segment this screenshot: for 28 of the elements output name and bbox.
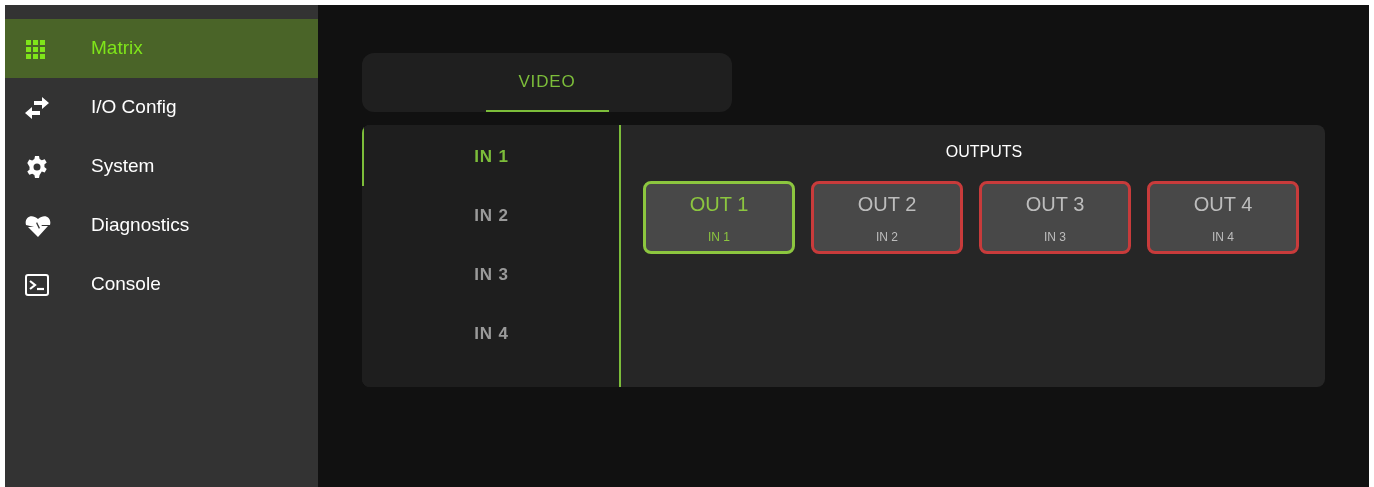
output-label: OUT 3 <box>1025 192 1085 217</box>
output-source: IN 4 <box>1212 229 1234 246</box>
outputs-heading: OUTPUTS <box>945 142 1023 162</box>
sidebar-item[interactable]: System <box>5 137 318 196</box>
settings-icon <box>25 154 49 179</box>
output-label: OUT 1 <box>689 192 749 217</box>
sidebar-item[interactable]: Console <box>5 255 318 314</box>
output-tile[interactable]: OUT 1 IN 1 <box>643 181 795 254</box>
sidebar-item[interactable]: I/O Config <box>5 78 318 137</box>
tab[interactable]: VIDEO <box>485 53 609 112</box>
output-label: OUT 4 <box>1193 192 1253 217</box>
input-item[interactable]: IN 4 <box>362 304 619 363</box>
terminal-icon <box>25 273 49 296</box>
output-tile[interactable]: OUT 4 IN 4 <box>1147 181 1299 254</box>
heart-pulse-icon <box>25 214 51 237</box>
output-label: OUT 2 <box>857 192 917 217</box>
output-source: IN 2 <box>876 229 898 246</box>
input-item[interactable]: IN 3 <box>362 245 619 304</box>
output-source: IN 3 <box>1044 229 1066 246</box>
sidebar-item[interactable]: Matrix <box>5 19 318 78</box>
output-tile[interactable]: OUT 2 IN 2 <box>811 181 963 254</box>
input-item[interactable]: IN 1 <box>362 127 619 186</box>
sidebar-item[interactable]: Diagnostics <box>5 196 318 255</box>
output-tile[interactable]: OUT 3 IN 3 <box>979 181 1131 254</box>
input-item[interactable]: IN 2 <box>362 186 619 245</box>
swap-arrows-icon <box>25 96 49 119</box>
output-source: IN 1 <box>708 229 730 246</box>
grid-icon <box>25 38 45 59</box>
